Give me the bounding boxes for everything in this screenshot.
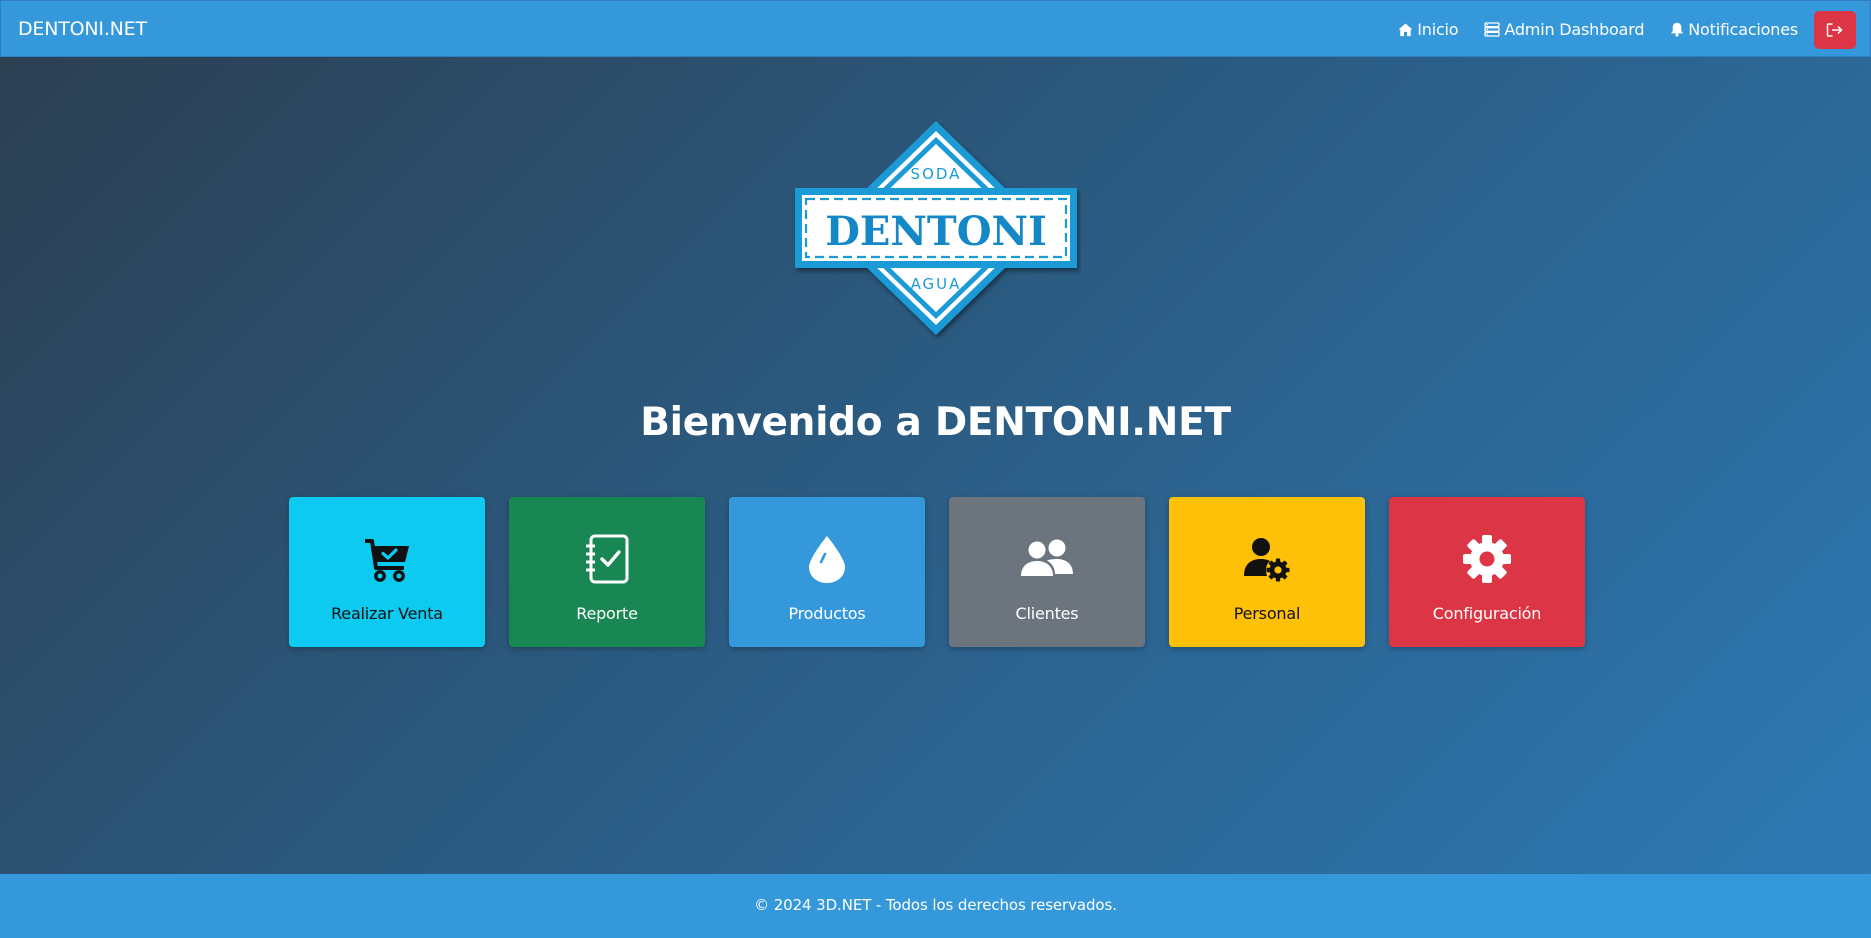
tile-personal[interactable]: Personal: [1169, 497, 1365, 647]
tile-clientes[interactable]: Clientes: [949, 497, 1145, 647]
tile-label: Clientes: [1015, 604, 1079, 623]
tile-label: Reporte: [576, 604, 638, 623]
nav-link-inicio[interactable]: Inicio: [1398, 20, 1459, 39]
logo-main-text: DENTONI: [825, 208, 1047, 255]
page: DENTONI.NET Inicio Admin Dashboard Notif…: [0, 0, 1871, 938]
tile-realizar-venta[interactable]: Realizar Venta: [289, 497, 485, 647]
nav-link-notificaciones[interactable]: Notificaciones: [1670, 20, 1798, 39]
nav-link-label: Admin Dashboard: [1504, 20, 1645, 39]
logo-bottom-text: AGUA: [911, 275, 962, 293]
people-icon: [1021, 539, 1073, 576]
nav-link-admin-dashboard[interactable]: Admin Dashboard: [1484, 20, 1644, 39]
gear-icon: [1463, 535, 1511, 583]
cart-check-icon: [365, 539, 409, 582]
tile-configuracion[interactable]: Configuración: [1389, 497, 1585, 647]
footer-copyright: © 2024 3D.NET - Todos los derechos reser…: [754, 896, 1117, 914]
tile-label: Configuración: [1432, 604, 1542, 623]
tile-reporte[interactable]: Reporte: [509, 497, 705, 647]
tile-productos[interactable]: Productos: [729, 497, 925, 647]
nav-links: Inicio Admin Dashboard Notificaciones: [1398, 1, 1870, 58]
person-gear-icon: [1244, 538, 1290, 582]
home-icon: [1398, 23, 1413, 36]
bell-icon: [1671, 22, 1684, 37]
logout-icon: [1826, 22, 1843, 37]
nav-link-label: Notificaciones: [1688, 20, 1798, 39]
journal-check-icon: [586, 534, 629, 584]
dentoni-logo: SODA DENTONI AGUA: [795, 121, 1077, 335]
tile-label: Personal: [1233, 604, 1301, 623]
tile-grid: Realizar Venta Reporte Productos Cliente…: [289, 497, 1585, 647]
tile-label: Productos: [788, 604, 866, 623]
brand-link[interactable]: DENTONI.NET: [18, 18, 147, 40]
droplet-icon: [809, 536, 845, 583]
navbar: DENTONI.NET Inicio Admin Dashboard Notif…: [0, 0, 1871, 57]
nav-link-label: Inicio: [1417, 20, 1459, 39]
server-icon: [1484, 22, 1501, 37]
footer: © 2024 3D.NET - Todos los derechos reser…: [0, 874, 1871, 938]
tile-label: Realizar Venta: [331, 604, 443, 623]
logout-button[interactable]: [1814, 10, 1856, 49]
logo-top-text: SODA: [911, 165, 962, 183]
welcome-title: Bienvenido a DENTONI.NET: [640, 400, 1231, 445]
